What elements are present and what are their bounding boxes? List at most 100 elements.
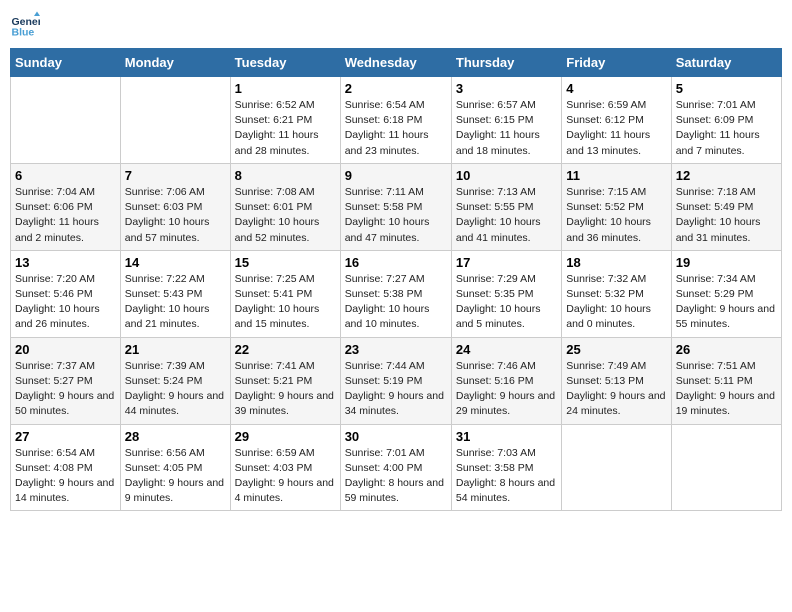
calendar-cell: 22 Sunrise: 7:41 AMSunset: 5:21 PMDayligh…: [230, 337, 340, 424]
day-info: Sunrise: 7:13 AMSunset: 5:55 PMDaylight:…: [456, 185, 557, 246]
calendar-cell: 30 Sunrise: 7:01 AMSunset: 4:00 PMDayligh…: [340, 424, 451, 511]
day-info: Sunrise: 7:20 AMSunset: 5:46 PMDaylight:…: [15, 272, 116, 333]
day-info: Sunrise: 7:01 AMSunset: 4:00 PMDaylight:…: [345, 446, 447, 507]
calendar-cell: 7Sunrise: 7:06 AMSunset: 6:03 PMDaylight…: [120, 163, 230, 250]
day-info: Sunrise: 7:49 AMSunset: 5:13 PMDaylight:…: [566, 359, 666, 420]
calendar-cell: 6 Sunrise: 7:04 AMSunset: 6:06 PMDaylight…: [11, 163, 121, 250]
day-number: 26: [676, 342, 777, 357]
calendar-cell: 16 Sunrise: 7:27 AMSunset: 5:38 PMDayligh…: [340, 250, 451, 337]
day-number: 30: [345, 429, 447, 444]
day-number: 20: [15, 342, 116, 357]
calendar-week-row: 1Sunrise: 6:52 AMSunset: 6:21 PMDaylight…: [11, 77, 782, 164]
calendar-cell: 1Sunrise: 6:52 AMSunset: 6:21 PMDaylight…: [230, 77, 340, 164]
calendar-cell: 10 Sunrise: 7:13 AMSunset: 5:55 PMDayligh…: [451, 163, 561, 250]
calendar-cell: 28Sunrise: 6:56 AMSunset: 4:05 PMDayligh…: [120, 424, 230, 511]
calendar-cell: 8Sunrise: 7:08 AMSunset: 6:01 PMDaylight…: [230, 163, 340, 250]
day-number: 22: [235, 342, 336, 357]
day-info: Sunrise: 6:57 AMSunset: 6:15 PMDaylight:…: [456, 98, 557, 159]
day-number: 5: [676, 81, 777, 96]
svg-text:Blue: Blue: [12, 27, 35, 39]
day-info: Sunrise: 7:08 AMSunset: 6:01 PMDaylight:…: [235, 185, 336, 246]
day-number: 10: [456, 168, 557, 183]
day-number: 2: [345, 81, 447, 96]
calendar-cell: 27 Sunrise: 6:54 AMSunset: 4:08 PMDayligh…: [11, 424, 121, 511]
calendar-week-row: 27 Sunrise: 6:54 AMSunset: 4:08 PMDayligh…: [11, 424, 782, 511]
day-number: 27: [15, 429, 116, 444]
calendar-cell: 11 Sunrise: 7:15 AMSunset: 5:52 PMDayligh…: [562, 163, 671, 250]
weekday-header: Saturday: [671, 49, 781, 77]
day-number: 7: [125, 168, 226, 183]
day-info: Sunrise: 7:27 AMSunset: 5:38 PMDaylight:…: [345, 272, 447, 333]
weekday-header: Thursday: [451, 49, 561, 77]
day-info: Sunrise: 7:15 AMSunset: 5:52 PMDaylight:…: [566, 185, 666, 246]
weekday-header: Tuesday: [230, 49, 340, 77]
day-number: 15: [235, 255, 336, 270]
day-number: 1: [235, 81, 336, 96]
day-number: 16: [345, 255, 447, 270]
calendar-week-row: 6 Sunrise: 7:04 AMSunset: 6:06 PMDaylight…: [11, 163, 782, 250]
calendar-cell: 23Sunrise: 7:44 AMSunset: 5:19 PMDayligh…: [340, 337, 451, 424]
day-info: Sunrise: 6:54 AMSunset: 6:18 PMDaylight:…: [345, 98, 447, 159]
day-number: 31: [456, 429, 557, 444]
weekday-header: Friday: [562, 49, 671, 77]
day-info: Sunrise: 6:59 AMSunset: 4:03 PMDaylight:…: [235, 446, 336, 507]
calendar-cell: 21 Sunrise: 7:39 AMSunset: 5:24 PMDayligh…: [120, 337, 230, 424]
calendar-cell: 4 Sunrise: 6:59 AMSunset: 6:12 PMDaylight…: [562, 77, 671, 164]
page-header: General Blue: [10, 10, 782, 40]
day-number: 17: [456, 255, 557, 270]
day-info: Sunrise: 6:56 AMSunset: 4:05 PMDaylight:…: [125, 446, 226, 507]
day-info: Sunrise: 7:18 AMSunset: 5:49 PMDaylight:…: [676, 185, 777, 246]
calendar-cell: [562, 424, 671, 511]
calendar-cell: 15 Sunrise: 7:25 AMSunset: 5:41 PMDayligh…: [230, 250, 340, 337]
calendar-cell: 25 Sunrise: 7:49 AMSunset: 5:13 PMDayligh…: [562, 337, 671, 424]
day-number: 9: [345, 168, 447, 183]
day-info: Sunrise: 7:04 AMSunset: 6:06 PMDaylight:…: [15, 185, 116, 246]
day-info: Sunrise: 7:32 AMSunset: 5:32 PMDaylight:…: [566, 272, 666, 333]
day-info: Sunrise: 6:54 AMSunset: 4:08 PMDaylight:…: [15, 446, 116, 507]
day-info: Sunrise: 7:37 AMSunset: 5:27 PMDaylight:…: [15, 359, 116, 420]
day-number: 11: [566, 168, 666, 183]
calendar-cell: 2 Sunrise: 6:54 AMSunset: 6:18 PMDaylight…: [340, 77, 451, 164]
day-info: Sunrise: 6:59 AMSunset: 6:12 PMDaylight:…: [566, 98, 666, 159]
calendar-cell: 31 Sunrise: 7:03 AMSunset: 3:58 PMDayligh…: [451, 424, 561, 511]
day-info: Sunrise: 7:39 AMSunset: 5:24 PMDaylight:…: [125, 359, 226, 420]
calendar-cell: 24Sunrise: 7:46 AMSunset: 5:16 PMDayligh…: [451, 337, 561, 424]
calendar-cell: 12 Sunrise: 7:18 AMSunset: 5:49 PMDayligh…: [671, 163, 781, 250]
day-info: Sunrise: 7:03 AMSunset: 3:58 PMDaylight:…: [456, 446, 557, 507]
day-number: 6: [15, 168, 116, 183]
weekday-header: Sunday: [11, 49, 121, 77]
day-number: 12: [676, 168, 777, 183]
calendar-table: SundayMondayTuesdayWednesdayThursdayFrid…: [10, 48, 782, 511]
day-number: 4: [566, 81, 666, 96]
calendar-cell: [11, 77, 121, 164]
day-info: Sunrise: 7:25 AMSunset: 5:41 PMDaylight:…: [235, 272, 336, 333]
calendar-cell: 26 Sunrise: 7:51 AMSunset: 5:11 PMDayligh…: [671, 337, 781, 424]
calendar-cell: [671, 424, 781, 511]
day-number: 25: [566, 342, 666, 357]
logo-icon: General Blue: [10, 10, 40, 40]
day-info: Sunrise: 7:51 AMSunset: 5:11 PMDaylight:…: [676, 359, 777, 420]
weekday-header: Wednesday: [340, 49, 451, 77]
day-number: 23: [345, 342, 447, 357]
day-number: 18: [566, 255, 666, 270]
day-number: 29: [235, 429, 336, 444]
calendar-cell: 19 Sunrise: 7:34 AMSunset: 5:29 PMDayligh…: [671, 250, 781, 337]
calendar-cell: 9 Sunrise: 7:11 AMSunset: 5:58 PMDaylight…: [340, 163, 451, 250]
calendar-week-row: 20 Sunrise: 7:37 AMSunset: 5:27 PMDayligh…: [11, 337, 782, 424]
day-number: 3: [456, 81, 557, 96]
calendar-cell: 13 Sunrise: 7:20 AMSunset: 5:46 PMDayligh…: [11, 250, 121, 337]
day-info: Sunrise: 7:34 AMSunset: 5:29 PMDaylight:…: [676, 272, 777, 333]
calendar-cell: 5Sunrise: 7:01 AMSunset: 6:09 PMDaylight…: [671, 77, 781, 164]
calendar-cell: 29 Sunrise: 6:59 AMSunset: 4:03 PMDayligh…: [230, 424, 340, 511]
day-info: Sunrise: 7:11 AMSunset: 5:58 PMDaylight:…: [345, 185, 447, 246]
logo: General Blue: [10, 10, 44, 40]
weekday-header: Monday: [120, 49, 230, 77]
day-number: 19: [676, 255, 777, 270]
calendar-cell: 3 Sunrise: 6:57 AMSunset: 6:15 PMDaylight…: [451, 77, 561, 164]
calendar-cell: 20 Sunrise: 7:37 AMSunset: 5:27 PMDayligh…: [11, 337, 121, 424]
day-info: Sunrise: 7:41 AMSunset: 5:21 PMDaylight:…: [235, 359, 336, 420]
calendar-cell: 18 Sunrise: 7:32 AMSunset: 5:32 PMDayligh…: [562, 250, 671, 337]
calendar-week-row: 13 Sunrise: 7:20 AMSunset: 5:46 PMDayligh…: [11, 250, 782, 337]
day-number: 13: [15, 255, 116, 270]
day-number: 21: [125, 342, 226, 357]
